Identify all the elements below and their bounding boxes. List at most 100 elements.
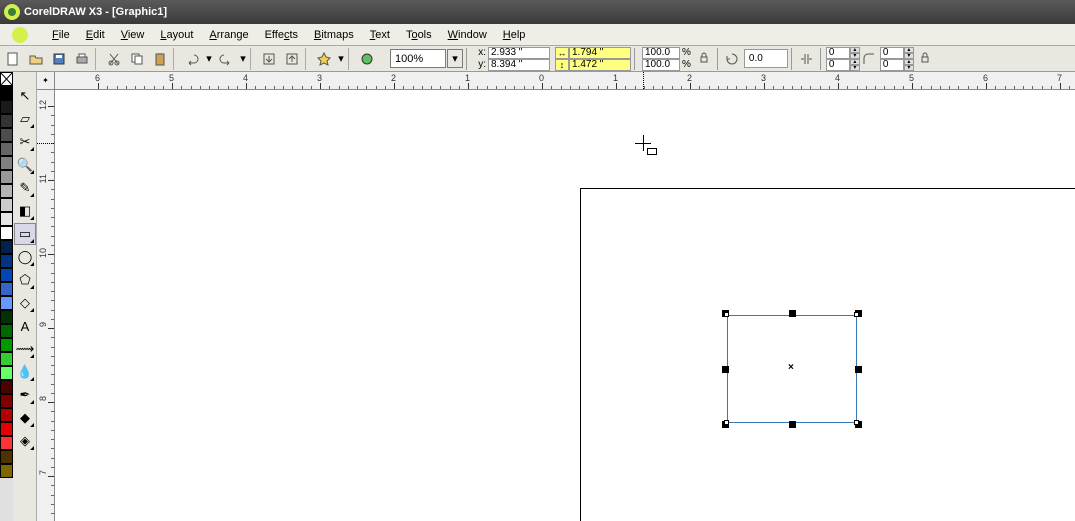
redo-button[interactable] [215, 48, 237, 70]
outline-tool[interactable]: ✒ [14, 384, 36, 406]
canvas-area[interactable]: ✦ 65432101234567 121110987 × [37, 72, 1075, 521]
color-swatch[interactable] [0, 436, 13, 450]
app-launcher-button[interactable] [313, 48, 335, 70]
rotation-input[interactable] [744, 49, 788, 68]
app-menu-icon[interactable] [12, 27, 28, 43]
polygon-tool[interactable]: ⬠ [14, 269, 36, 291]
drawing-canvas[interactable]: × [55, 90, 1075, 521]
x-position-input[interactable] [488, 47, 550, 59]
selection-handle[interactable] [855, 366, 862, 373]
text-tool[interactable]: A [14, 315, 36, 337]
color-swatch[interactable] [0, 254, 13, 268]
menu-help[interactable]: Help [495, 26, 534, 44]
scale-y-input[interactable] [642, 59, 680, 71]
corel-online-button[interactable] [356, 48, 378, 70]
corner-tr-input[interactable]: 0 [880, 47, 904, 59]
color-swatch[interactable] [0, 394, 13, 408]
corner-node[interactable] [724, 312, 729, 317]
app-launcher-dropdown[interactable]: ▾ [336, 48, 346, 70]
lock-ratio-button[interactable] [694, 48, 714, 70]
color-swatch[interactable] [0, 114, 13, 128]
color-swatch[interactable] [0, 142, 13, 156]
lock-corners-button[interactable] [915, 48, 935, 70]
zoom-input[interactable] [390, 49, 446, 68]
menu-window[interactable]: Window [440, 26, 495, 44]
shape-tool[interactable]: ▱ [14, 108, 36, 130]
color-swatch[interactable] [0, 422, 13, 436]
width-input[interactable] [569, 47, 631, 59]
menu-tools[interactable]: Tools [398, 26, 440, 44]
menu-file[interactable]: File [44, 26, 78, 44]
selection-handle[interactable] [789, 421, 796, 428]
color-swatch[interactable] [0, 464, 13, 478]
color-swatch[interactable] [0, 184, 13, 198]
fill-tool[interactable]: ◆ [14, 407, 36, 429]
color-swatch[interactable] [0, 240, 13, 254]
color-swatch[interactable] [0, 170, 13, 184]
color-swatch[interactable] [0, 380, 13, 394]
color-swatch[interactable] [0, 352, 13, 366]
no-color-swatch[interactable] [0, 72, 13, 86]
corner-bl-input[interactable]: 0 [826, 59, 850, 71]
color-swatch[interactable] [0, 338, 13, 352]
color-swatch[interactable] [0, 324, 13, 338]
open-button[interactable] [25, 48, 47, 70]
scale-x-input[interactable] [642, 47, 680, 59]
menu-view[interactable]: View [113, 26, 153, 44]
menu-edit[interactable]: Edit [78, 26, 113, 44]
paste-button[interactable] [149, 48, 171, 70]
horizontal-ruler[interactable]: 65432101234567 [55, 72, 1075, 90]
color-swatch[interactable] [0, 198, 13, 212]
copy-button[interactable] [126, 48, 148, 70]
print-button[interactable] [71, 48, 93, 70]
menu-effects[interactable]: Effects [257, 26, 306, 44]
menu-bitmaps[interactable]: Bitmaps [306, 26, 362, 44]
redo-dropdown[interactable]: ▾ [238, 48, 248, 70]
basic-shapes-tool[interactable]: ◇ [14, 292, 36, 314]
selection-handle[interactable] [722, 366, 729, 373]
crop-tool[interactable]: ✂ [14, 131, 36, 153]
menu-text[interactable]: Text [362, 26, 398, 44]
save-button[interactable] [48, 48, 70, 70]
interactive-blend-tool[interactable]: ⟿ [14, 338, 36, 360]
undo-button[interactable] [181, 48, 203, 70]
eyedropper-tool[interactable]: 💧 [14, 361, 36, 383]
spin-down[interactable]: ▾ [904, 65, 914, 71]
zoom-tool[interactable]: 🔍 [14, 154, 36, 176]
smart-fill-tool[interactable]: ◧ [14, 200, 36, 222]
corner-br-input[interactable]: 0 [880, 59, 904, 71]
color-swatch[interactable] [0, 128, 13, 142]
spin-down[interactable]: ▾ [850, 65, 860, 71]
color-swatch[interactable] [0, 408, 13, 422]
corner-tl-input[interactable]: 0 [826, 47, 850, 59]
color-swatch[interactable] [0, 450, 13, 464]
undo-dropdown[interactable]: ▾ [204, 48, 214, 70]
pick-tool[interactable]: ↖ [14, 85, 36, 107]
color-swatch[interactable] [0, 212, 13, 226]
new-button[interactable] [2, 48, 24, 70]
ruler-origin[interactable]: ✦ [37, 72, 55, 90]
color-swatch[interactable] [0, 366, 13, 380]
menu-layout[interactable]: Layout [152, 26, 201, 44]
color-swatch[interactable] [0, 268, 13, 282]
toolbox-handle[interactable] [14, 76, 36, 84]
color-swatch[interactable] [0, 226, 13, 240]
color-swatch[interactable] [0, 86, 13, 100]
cut-button[interactable] [103, 48, 125, 70]
selection-center[interactable]: × [788, 362, 794, 373]
color-swatch[interactable] [0, 100, 13, 114]
color-swatch[interactable] [0, 156, 13, 170]
vertical-ruler[interactable]: 121110987 [37, 90, 55, 521]
rectangle-tool[interactable]: ▭ [14, 223, 36, 245]
corner-node[interactable] [854, 420, 859, 425]
color-swatch[interactable] [0, 282, 13, 296]
mirror-h-button[interactable] [795, 48, 817, 70]
corner-node[interactable] [724, 420, 729, 425]
selection-handle[interactable] [789, 310, 796, 317]
height-input[interactable] [569, 59, 631, 71]
export-button[interactable] [281, 48, 303, 70]
color-swatch[interactable] [0, 296, 13, 310]
freehand-tool[interactable]: ✎ [14, 177, 36, 199]
zoom-dropdown[interactable]: ▾ [447, 49, 463, 68]
y-position-input[interactable] [488, 59, 550, 71]
